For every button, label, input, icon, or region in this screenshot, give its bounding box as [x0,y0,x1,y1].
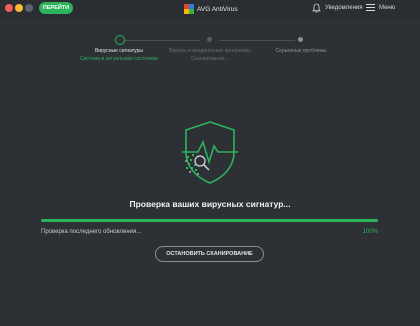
go-button[interactable]: ПЕРЕЙТИ [39,2,73,14]
scan-title: Проверка ваших вирусных сигнатур... [129,199,291,209]
scan-progress-bar [41,219,378,222]
minimize-window-button[interactable] [15,4,23,12]
step-connector [124,40,200,41]
avg-logo-icon [184,4,194,14]
notifications-button[interactable]: Уведомления [312,3,363,13]
app-brand: AVG AntiVirus [184,3,238,15]
close-window-button[interactable] [5,4,13,12]
menu-button[interactable]: Меню [366,4,395,11]
step-indicator-active [115,35,125,45]
shield-heartbeat-icon [182,121,238,184]
scan-percent: 100% [362,229,378,235]
step-connector [219,40,295,41]
zoom-window-button[interactable] [25,4,33,12]
notifications-label: Уведомления [325,5,363,11]
step-title: Серьезные проблемы [275,48,327,54]
menu-label: Меню [379,4,396,11]
title-bar: ПЕРЕЙТИ AVG AntiVirus Уведомления Меню [0,0,420,18]
stop-scan-button[interactable]: ОСТАНОВИТЬ СКАНИРОВАНИЕ [155,246,264,262]
step-indicator [207,37,212,42]
scan-progress-fill [41,219,378,222]
step-subtitle: Сканирование... [191,56,229,62]
app-title: AVG AntiVirus [197,5,238,13]
bell-icon [312,3,321,13]
step-indicator [298,37,303,42]
scan-status-text: Проверка последнего обновления... [41,229,142,235]
hamburger-icon [366,4,375,11]
